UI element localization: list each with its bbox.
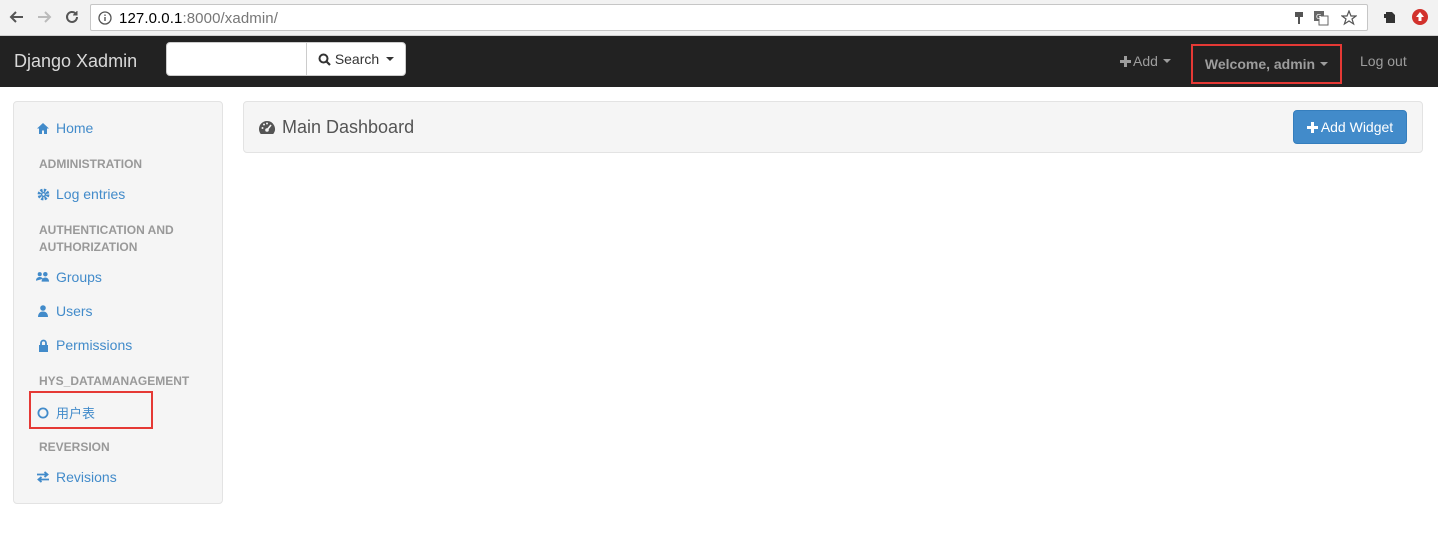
info-icon[interactable] xyxy=(98,11,112,25)
translate-icon[interactable]: G xyxy=(1313,10,1329,26)
reload-button[interactable] xyxy=(61,6,83,28)
star-icon[interactable] xyxy=(1341,10,1357,26)
sidebar-item-label: Groups xyxy=(56,269,102,285)
top-navbar: Django Xadmin Search Add Welcome, admin … xyxy=(0,36,1438,87)
browser-toolbar: 127.0.0.1:8000/xadmin/ G xyxy=(0,0,1438,36)
search-button[interactable]: Search xyxy=(306,42,406,76)
user-menu-dropdown[interactable]: Welcome, admin xyxy=(1191,44,1342,84)
svg-text:G: G xyxy=(1316,13,1321,21)
extension-upload-icon[interactable] xyxy=(1411,8,1429,26)
add-dropdown-label: Add xyxy=(1133,53,1158,69)
logout-link[interactable]: Log out xyxy=(1360,53,1407,69)
evernote-icon[interactable] xyxy=(1381,8,1399,26)
home-icon xyxy=(36,121,50,135)
highlight-annotation-box xyxy=(29,391,153,429)
plus-icon xyxy=(1306,121,1318,133)
page-title: Main Dashboard xyxy=(258,117,414,138)
search-button-label: Search xyxy=(334,51,380,67)
sidebar-item-users[interactable]: Users xyxy=(36,303,93,319)
lock-icon xyxy=(36,338,50,352)
page-title-text: Main Dashboard xyxy=(282,117,415,137)
forward-button[interactable] xyxy=(33,6,55,28)
plus-icon xyxy=(1120,55,1131,67)
arrow-left-icon xyxy=(9,11,23,23)
arrow-right-icon xyxy=(38,11,52,23)
url-text: 127.0.0.1:8000/xadmin/ xyxy=(119,10,278,27)
sidebar-item-permissions[interactable]: Permissions xyxy=(36,337,132,353)
exchange-icon xyxy=(36,470,50,484)
chevron-down-icon xyxy=(1320,62,1329,66)
sidebar-item-label: Revisions xyxy=(56,469,117,485)
address-bar[interactable]: 127.0.0.1:8000/xadmin/ G xyxy=(90,4,1368,31)
dashboard-header-panel: Main Dashboard Add Widget xyxy=(243,101,1423,153)
users-icon xyxy=(36,270,50,284)
sidebar-item-label: Log entries xyxy=(56,186,126,202)
search-input[interactable] xyxy=(166,42,307,76)
key-icon[interactable] xyxy=(1293,11,1305,25)
sidebar-item-label: Home xyxy=(56,120,94,136)
reload-icon xyxy=(66,10,78,23)
gear-icon xyxy=(36,187,50,201)
user-icon xyxy=(36,304,50,318)
search-icon xyxy=(318,53,331,66)
sidebar-item-label: Permissions xyxy=(56,337,133,353)
dashboard-icon xyxy=(259,121,275,134)
sidebar-item-home[interactable]: Home xyxy=(36,120,93,136)
add-widget-label: Add Widget xyxy=(1320,119,1394,135)
sidebar-item-revisions[interactable]: Revisions xyxy=(36,469,117,485)
brand-link[interactable]: Django Xadmin xyxy=(14,51,137,72)
sidebar-nav: Home ADMINISTRATION Log entries AUTHENTI… xyxy=(13,101,223,504)
sidebar-section-header: REVERSION xyxy=(39,440,110,454)
back-button[interactable] xyxy=(6,6,28,28)
add-widget-button[interactable]: Add Widget xyxy=(1293,110,1407,144)
sidebar-item-groups[interactable]: Groups xyxy=(36,269,102,285)
chevron-down-icon xyxy=(1162,59,1171,63)
sidebar-section-header: HYS_DATAMANAGEMENT xyxy=(39,374,190,388)
sidebar-section-header: ADMINISTRATION xyxy=(39,157,143,171)
chevron-down-icon xyxy=(386,57,395,61)
sidebar-section-header: AUTHENTICATION AND AUTHORIZATION xyxy=(39,223,174,254)
sidebar-item-label: Users xyxy=(56,303,93,319)
add-dropdown[interactable]: Add xyxy=(1120,53,1171,69)
sidebar-item-log-entries[interactable]: Log entries xyxy=(36,186,125,202)
user-menu-label: Welcome, admin xyxy=(1204,56,1316,72)
